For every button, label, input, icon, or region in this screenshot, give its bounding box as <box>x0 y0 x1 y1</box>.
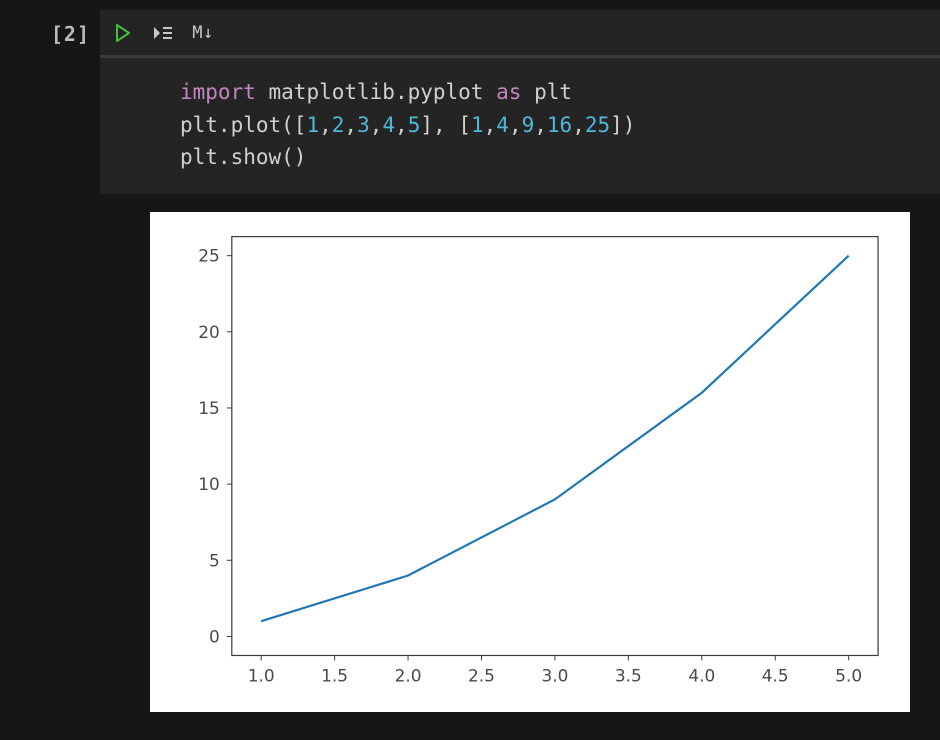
code-token: import <box>180 80 256 104</box>
run-by-line-button[interactable] <box>152 22 174 44</box>
code-token: ] <box>420 113 433 137</box>
x-tick-label: 1.0 <box>248 665 275 685</box>
code-token: , <box>484 113 497 137</box>
run-button[interactable] <box>112 22 134 44</box>
y-tick-label: 15 <box>198 398 220 418</box>
execution-count: [2] <box>51 22 90 46</box>
code-token: 3 <box>357 113 370 137</box>
y-tick-label: 0 <box>209 626 220 646</box>
notebook-cell: [2] M↓ import matplotlib.pyplot as plt pl… <box>0 0 940 712</box>
x-tick-label: 3.0 <box>541 665 568 685</box>
x-tick-label: 3.5 <box>615 665 642 685</box>
code-token: 4 <box>382 113 395 137</box>
y-tick-label: 20 <box>198 321 220 341</box>
code-token: plt.show() <box>180 145 306 169</box>
play-lines-icon <box>153 25 173 41</box>
x-tick-label: 4.0 <box>688 665 715 685</box>
code-token: ]) <box>610 113 635 137</box>
code-token: 2 <box>332 113 345 137</box>
code-token: plt.plot( <box>180 113 294 137</box>
code-token: , <box>433 113 458 137</box>
y-tick-label: 5 <box>209 550 220 570</box>
code-token: 16 <box>547 113 572 137</box>
code-token: matplotlib.pyplot <box>269 80 484 104</box>
cell-toolbar: M↓ <box>100 10 940 58</box>
cell-output: 1.0 1.5 2.0 2.5 3.0 3.5 4.0 4.5 5.0 0 5 10 15 20 25 <box>100 194 940 712</box>
cell-main: M↓ import matplotlib.pyplot as plt plt.pl… <box>100 10 940 712</box>
code-token: , <box>572 113 585 137</box>
play-icon <box>115 24 131 42</box>
code-token: 5 <box>408 113 421 137</box>
x-tick-label: 2.5 <box>468 665 495 685</box>
code-token: [ <box>294 113 307 137</box>
x-tick-label: 4.5 <box>762 665 789 685</box>
code-token: , <box>509 113 522 137</box>
y-tick-label: 25 <box>198 245 220 265</box>
code-token: 9 <box>522 113 535 137</box>
code-token: , <box>319 113 332 137</box>
code-token: , <box>534 113 547 137</box>
code-editor[interactable]: import matplotlib.pyplot as plt plt.plot(… <box>100 58 940 194</box>
x-tick-label: 1.5 <box>321 665 348 685</box>
code-token: 25 <box>585 113 610 137</box>
x-tick-label: 2.0 <box>395 665 422 685</box>
code-token: as <box>496 80 521 104</box>
code-token: , <box>395 113 408 137</box>
code-token: , <box>344 113 357 137</box>
x-tick-label: 5.0 <box>835 665 862 685</box>
code-token: plt <box>534 80 572 104</box>
code-token: 4 <box>496 113 509 137</box>
code-token: , <box>370 113 383 137</box>
code-token: 1 <box>471 113 484 137</box>
y-tick-label: 10 <box>198 474 220 494</box>
markdown-toggle-button[interactable]: M↓ <box>192 22 214 44</box>
code-token: 1 <box>306 113 319 137</box>
matplotlib-figure: 1.0 1.5 2.0 2.5 3.0 3.5 4.0 4.5 5.0 0 5 10 15 20 25 <box>150 212 910 712</box>
code-token: [ <box>458 113 471 137</box>
line-chart: 1.0 1.5 2.0 2.5 3.0 3.5 4.0 4.5 5.0 0 5 10 15 20 25 <box>162 224 900 702</box>
prompt-column: [2] <box>0 10 100 712</box>
